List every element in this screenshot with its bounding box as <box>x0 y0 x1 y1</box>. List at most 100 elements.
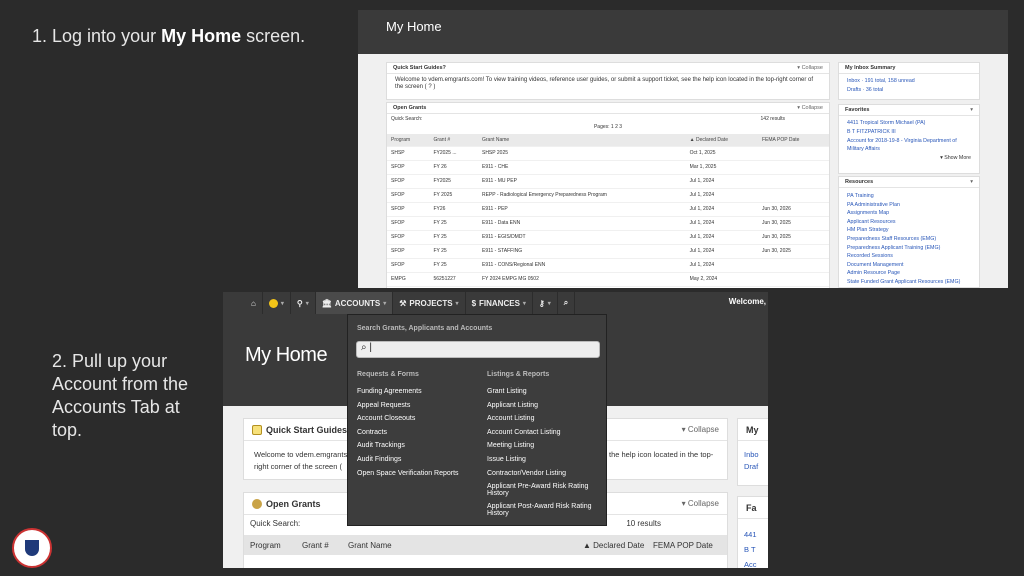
menu-item[interactable]: Contracts <box>357 426 477 440</box>
resource-link[interactable]: Preparedness Applicant Training (EMG) <box>839 244 979 253</box>
column-header[interactable]: ▲ Declared Date <box>685 134 758 147</box>
favorite-item[interactable]: B T <box>744 542 768 557</box>
column-header[interactable]: Grant # <box>429 134 478 147</box>
collapse-button[interactable]: ▾ Collapse <box>682 499 719 508</box>
table-cell <box>758 160 829 175</box>
favorite-item[interactable]: B T FITZPATRICK III <box>839 128 979 137</box>
table-cell: SFOP <box>387 216 430 231</box>
table-cell: FY2025 ... <box>429 146 478 161</box>
header-bar: My Home <box>358 10 1008 54</box>
menu-item[interactable]: Funding Agreements <box>357 385 477 399</box>
collapse-button[interactable]: ▾ Collapse <box>797 105 823 111</box>
table-cell: May 2, 2024 <box>685 272 758 287</box>
resource-link[interactable]: PA Administrative Plan <box>839 201 979 210</box>
pin-icon: ⚲ <box>296 298 303 308</box>
step1-bold: My Home <box>161 26 242 46</box>
table-row[interactable]: SFOP FY 25 E911 - STAFFING Jul 1, 2024 Jun 3… <box>387 244 829 259</box>
resource-link[interactable]: HM Plan Strategy <box>839 226 979 235</box>
tools-nav-button[interactable]: ⚷ ▾ <box>533 292 558 314</box>
menu-item[interactable]: Appeal Requests <box>357 399 477 413</box>
favorites-header: Favorites ▾ <box>839 105 979 116</box>
column-header[interactable]: Program <box>250 541 302 550</box>
resource-link[interactable]: Preparedness Staff Resources (EMG) <box>839 235 979 244</box>
finances-tab[interactable]: $ FINANCES ▾ <box>466 292 533 314</box>
column-header[interactable]: Program <box>387 134 430 147</box>
table-row[interactable]: EMPG 56251227 FY 2024 EMPG MG 0502 May 2, 2… <box>387 272 829 287</box>
accounts-dropdown-menu: Search Grants, Applicants and Accounts ⌕… <box>347 314 607 526</box>
table-row[interactable]: SFOP FY 25 E911 - CONS/Regional ENN Jul 1, … <box>387 258 829 273</box>
table-row[interactable]: SFOP FY 25 E911 - EGIS/DMDT Jul 1, 2024 Jun … <box>387 230 829 245</box>
table-cell: SFOP <box>387 202 430 217</box>
requests-forms-header: Requests & Forms <box>357 371 419 378</box>
grants-table: Program Grant # Grant Name ▲ Declared Date F… <box>387 134 829 287</box>
table-row[interactable]: SFOP FY2025 E911 - MU PEP Jul 1, 2024 <box>387 174 829 189</box>
screenshot-my-home: My Home Quick Start Guides? ▾ Collapse We… <box>358 10 1008 288</box>
favorites-nav-button[interactable]: ▾ <box>263 292 291 314</box>
resource-link[interactable]: State Funded Grant Applicant Resources (… <box>839 278 979 287</box>
grid-toolbar: Quick Search: 142 results <box>387 114 829 124</box>
menu-item[interactable]: Applicant Pre-Award Risk Rating History <box>487 480 603 500</box>
table-row[interactable]: SFOP FY26 E911 - PEP Jul 1, 2024 Jun 30, 202… <box>387 202 829 217</box>
resource-link[interactable]: Recorded Sessions <box>839 252 979 261</box>
resource-link[interactable]: PA Training <box>839 192 979 201</box>
resource-link[interactable]: Assignments Map <box>839 209 979 218</box>
dollar-icon: $ <box>471 298 477 308</box>
drafts-link[interactable]: Drafts · 36 total <box>839 86 979 95</box>
pin-nav-button[interactable]: ⚲ ▾ <box>291 292 316 314</box>
column-header[interactable]: Grant # <box>302 541 348 550</box>
column-header[interactable]: FEMA POP Date <box>653 541 723 550</box>
collapse-button[interactable]: ▾ Collapse <box>682 425 719 434</box>
column-header[interactable]: FEMA POP Date <box>758 134 829 147</box>
menu-item[interactable]: Applicant Listing <box>487 399 603 413</box>
favorites-title: Fa <box>746 502 757 513</box>
favorite-item[interactable]: 441 <box>744 527 768 542</box>
menu-item[interactable]: Grant Listing <box>487 385 603 399</box>
resource-link[interactable]: Applicant Resources <box>839 218 979 227</box>
menu-item[interactable]: Account Listing <box>487 412 603 426</box>
search-input[interactable]: ⌕ | <box>356 341 600 358</box>
menu-item[interactable]: Open Space Verification Reports <box>357 467 477 481</box>
resource-link[interactable]: Admin Resource Page <box>839 269 979 278</box>
search-nav-button[interactable]: ⌕ <box>558 292 576 314</box>
column-header[interactable]: ▲ Declared Date <box>583 541 653 550</box>
show-more-link[interactable]: ▾ Show More <box>839 154 979 163</box>
favorite-item[interactable]: Account for 2018-19-8 - Virginia Departm… <box>839 137 979 153</box>
menu-item[interactable]: Account Contact Listing <box>487 426 603 440</box>
accounts-tab[interactable]: 🏛 ACCOUNTS ▾ <box>315 292 394 314</box>
table-row[interactable]: SFOP FY 2025 REPP - Radiological Emergency… <box>387 188 829 203</box>
collapse-button[interactable]: ▾ Collapse <box>797 65 823 71</box>
open-grants-title: Open Grants <box>266 498 321 509</box>
menu-item[interactable]: Issue Listing <box>487 453 603 467</box>
favorite-item[interactable]: Acc <box>744 557 768 568</box>
column-header[interactable]: Grant Name <box>348 541 583 550</box>
table-cell: FY26 <box>429 202 478 217</box>
inbox-header: My Inbox Summary <box>839 63 979 74</box>
menu-item[interactable]: Audit Findings <box>357 453 477 467</box>
step1-prefix: 1. Log into your <box>32 26 162 46</box>
open-grants-header: Open Grants ▾ Collapse <box>387 103 829 114</box>
projects-tab[interactable]: ⚒ PROJECTS ▾ <box>393 292 466 314</box>
table-row[interactable]: SHSP FY2025 ... SHSP 2025 Oct 1, 2025 <box>387 146 829 161</box>
table-cell <box>758 174 829 189</box>
menu-item[interactable]: Applicant Post-Award Risk Rating History <box>487 500 603 520</box>
resource-link[interactable]: Document Management <box>839 261 979 270</box>
table-cell: Jul 1, 2024 <box>685 174 758 189</box>
menu-item[interactable]: Contractor/Vendor Listing <box>487 467 603 481</box>
drafts-link[interactable]: Draf <box>744 461 768 473</box>
inbox-link[interactable]: Inbo <box>744 449 768 461</box>
table-row[interactable]: SFOP FY 26 E911 - CHE Mar 1, 2025 <box>387 160 829 175</box>
favorites-panel: Fa 441 B T Acc <box>737 496 768 568</box>
quick-start-title: Quick Start Guides? <box>393 65 446 71</box>
inbox-link[interactable]: Inbox · 191 total, 158 unread <box>839 77 979 86</box>
page-title: My Home <box>386 19 442 34</box>
favorite-item[interactable]: 4411 Tropical Storm Michael (PA) <box>839 119 979 128</box>
column-header[interactable]: Grant Name <box>477 134 686 147</box>
home-nav-button[interactable]: ⌂ <box>245 292 263 314</box>
menu-item[interactable]: Account Closeouts <box>357 412 477 426</box>
pager[interactable]: Pages: 1 2 3 <box>387 124 829 134</box>
bank-icon: 🏛 <box>321 298 332 308</box>
menu-item[interactable]: Audit Trackings <box>357 439 477 453</box>
menu-item[interactable]: Meeting Listing <box>487 439 603 453</box>
resource-link[interactable]: State Funded Grant Staff Resources (EMG) <box>839 287 979 289</box>
table-row[interactable]: SFOP FY 25 E911 - Data ENN Jul 1, 2024 Jun 3… <box>387 216 829 231</box>
